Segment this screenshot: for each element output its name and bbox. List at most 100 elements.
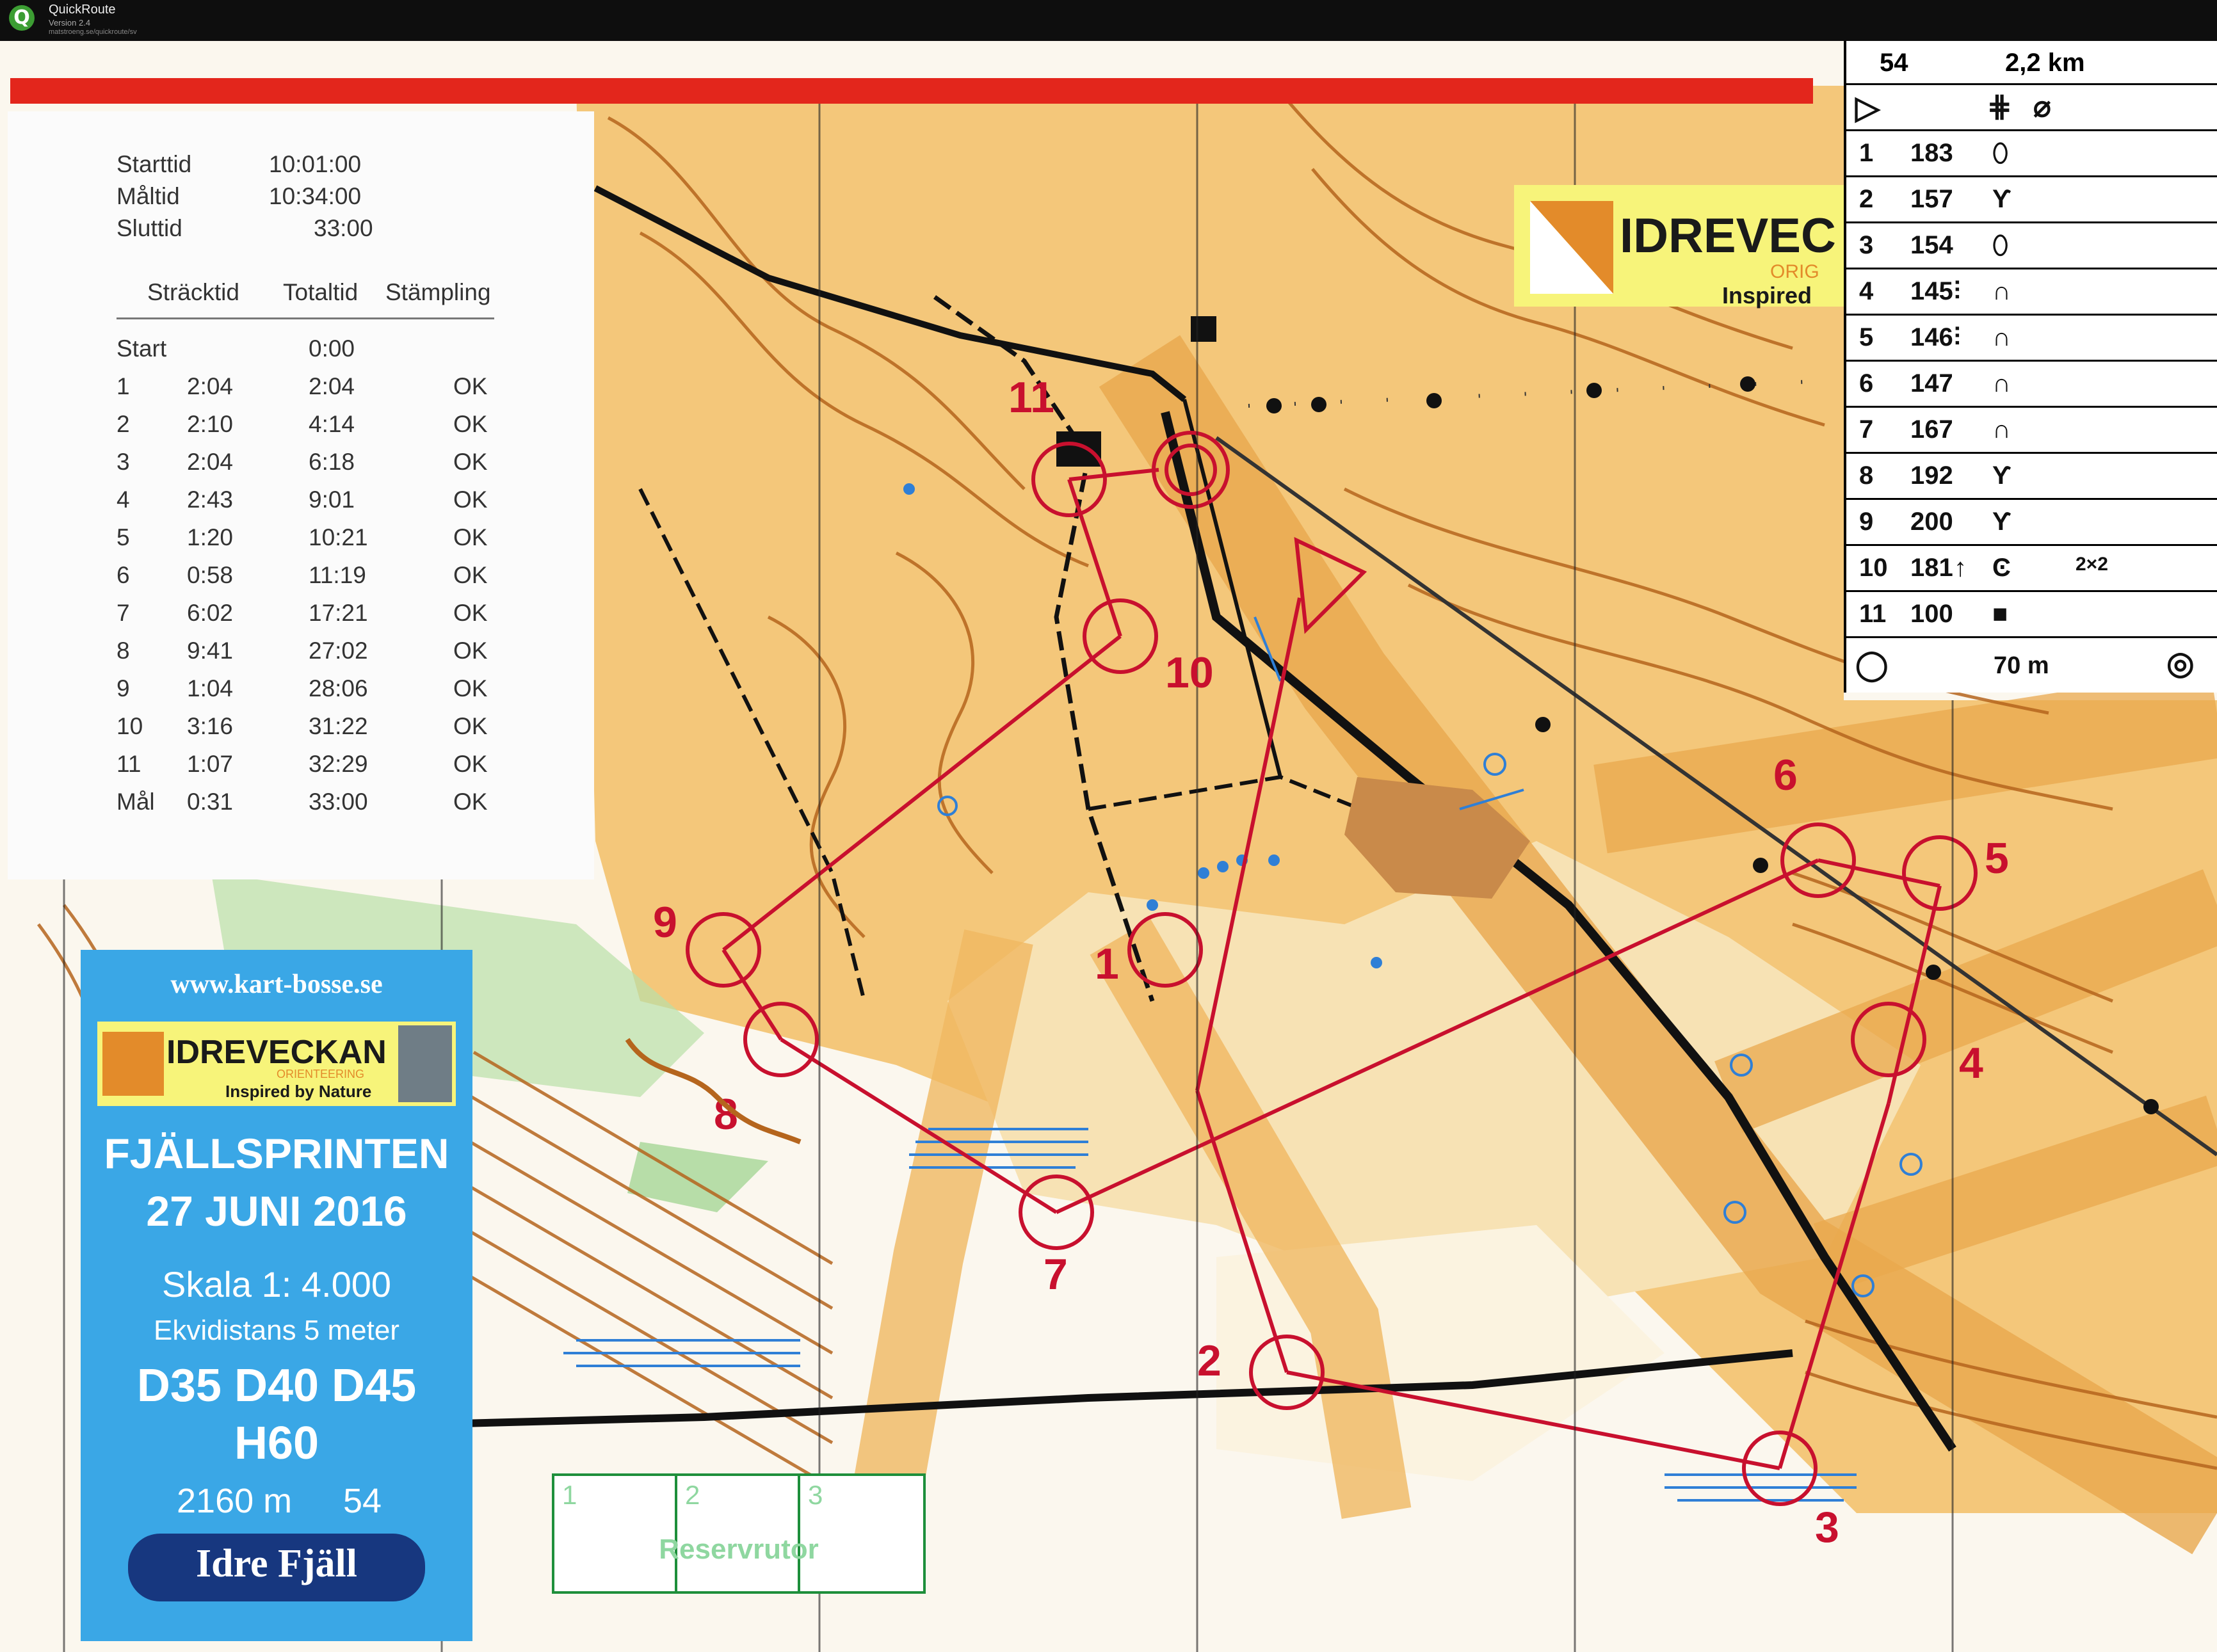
- split-total-time: 2:04: [309, 373, 355, 399]
- clue-control-number: 10: [1859, 554, 1888, 582]
- clue-row: 10 181 ↑ Ͼ 2×2: [1846, 544, 2217, 592]
- crossing-icon: ⋕: [1987, 90, 2012, 123]
- split-status: OK: [453, 562, 488, 588]
- split-control: 9: [117, 675, 130, 702]
- course-label-2: 2: [1197, 1336, 1221, 1385]
- event-logo-flag-icon: [102, 1032, 164, 1096]
- event-logo-tagline: Inspired by Nature: [225, 1082, 372, 1101]
- split-row: 1 2:04 2:04 OK: [8, 373, 594, 410]
- compass-icon: ⌀: [2033, 90, 2051, 123]
- split-total-time: 0:00: [309, 335, 355, 362]
- split-control: Mål: [117, 789, 155, 815]
- reserve-punch-boxes: 1 2 3 Reservrutor: [552, 1473, 926, 1594]
- clue-feature-icon: ∩: [1992, 323, 2011, 351]
- split-total-time: 11:19: [309, 562, 366, 588]
- split-leg-time: 0:31: [187, 789, 234, 815]
- clue-feature-icon: ■: [1992, 600, 2008, 628]
- clue-control-number: 9: [1859, 508, 1874, 536]
- column-leg-time: Sträcktid: [147, 279, 239, 305]
- split-row: Mål 0:31 33:00 OK: [8, 789, 594, 826]
- column-total-time: Totaltid: [283, 279, 359, 305]
- finish-time-label: Måltid: [117, 183, 180, 209]
- split-row: 3 2:04 6:18 OK: [8, 449, 594, 486]
- split-control: Start: [117, 335, 167, 362]
- clue-control-number: 1: [1859, 139, 1874, 167]
- clue-finish-row: ◯ 70 m ◎: [1846, 636, 2217, 694]
- clue-control-number: 3: [1859, 231, 1874, 259]
- split-control: 11: [117, 751, 141, 777]
- clue-feature-icon: ∩: [1992, 415, 2011, 444]
- split-total-time: 9:01: [309, 486, 355, 513]
- event-scale: Skala 1: 4.000: [161, 1264, 392, 1304]
- split-status: OK: [453, 411, 488, 437]
- split-total-time: 10:21: [309, 524, 368, 550]
- clue-row: 7 167 ∩: [1846, 406, 2217, 454]
- split-total-time: 17:21: [309, 600, 368, 626]
- total-time-label: Sluttid: [117, 215, 182, 241]
- event-contour-interval: Ekvidistans 5 meter: [154, 1315, 399, 1346]
- course-label-10: 10: [1165, 648, 1214, 697]
- start-time-label: Starttid: [117, 151, 192, 177]
- receipt-divider: [117, 317, 494, 319]
- split-status: OK: [453, 486, 488, 513]
- split-leg-time: 6:02: [187, 600, 234, 626]
- clue-feature-icon: ∩: [1992, 369, 2011, 397]
- course-label-3: 3: [1815, 1503, 1839, 1552]
- event-course-number: 54: [343, 1482, 382, 1520]
- finish-double-circle-icon: ◎: [2166, 645, 2195, 681]
- clue-row: 4 145 ⫶ ∩: [1846, 268, 2217, 316]
- split-control: 10: [117, 713, 143, 739]
- split-total-time: 31:22: [309, 713, 368, 739]
- split-control: 7: [117, 600, 130, 626]
- event-info-card: www.kart-bosse.se IDREVECKAN ORIENTEERIN…: [81, 950, 472, 1641]
- clue-row: 8 192 Ƴ: [1846, 452, 2217, 500]
- split-control: 8: [117, 638, 130, 664]
- clue-control-code: 157: [1910, 185, 1953, 213]
- clue-control-number: 5: [1859, 323, 1874, 351]
- split-leg-time: 9:41: [187, 638, 234, 664]
- event-course-length: 2160 m: [177, 1482, 293, 1520]
- split-control: 1: [117, 373, 130, 399]
- split-total-time: 6:18: [309, 449, 355, 475]
- split-control: 3: [117, 449, 130, 475]
- split-control: 6: [117, 562, 130, 588]
- clue-start-row: ▷ ⋕ ⌀: [1846, 83, 2217, 131]
- clue-row: 11 100 ■: [1846, 590, 2217, 638]
- sponsor-logo: Idre Fjäll: [128, 1534, 425, 1601]
- split-total-time: 32:29: [309, 751, 368, 777]
- course-label-5: 5: [1985, 834, 2009, 883]
- split-total-time: 4:14: [309, 411, 355, 437]
- split-row: 10 3:16 31:22 OK: [8, 713, 594, 750]
- clue-finish-distance: 70 m: [1994, 652, 2049, 679]
- split-total-time: 27:02: [309, 638, 368, 664]
- clue-feature-icon: Ƴ: [1992, 508, 2012, 536]
- clue-dimension: 2×2: [2076, 554, 2108, 575]
- split-row: 7 6:02 17:21 OK: [8, 600, 594, 637]
- event-logo: IDREVECKAN ORIENTEERING Inspired by Natu…: [97, 1022, 456, 1106]
- split-status: OK: [453, 751, 488, 777]
- orienteering-map-canvas[interactable]: 1 2 3 4 5 6 7 8 9 10 11 IDREVEC ORIG Ins…: [0, 41, 2217, 1652]
- clue-control-code: 200: [1910, 508, 1953, 536]
- map-banner-logo: IDREVEC ORIG Inspired: [1514, 185, 1847, 309]
- clue-control-code: 154: [1910, 231, 1953, 259]
- clue-row: 6 147 ∩: [1846, 360, 2217, 408]
- clue-control-code: 181: [1910, 554, 1953, 582]
- split-row: 11 1:07 32:29 OK: [8, 751, 594, 788]
- clue-row: 5 146 ⫶ ∩: [1846, 314, 2217, 362]
- split-leg-time: 1:20: [187, 524, 234, 550]
- clue-row: 9 200 Ƴ: [1846, 498, 2217, 546]
- split-control: 2: [117, 411, 130, 437]
- clue-feature-icon: ⬯: [1992, 139, 2009, 167]
- clue-control-number: 6: [1859, 369, 1874, 397]
- split-leg-time: 2:10: [187, 411, 234, 437]
- course-label-7: 7: [1044, 1250, 1068, 1299]
- clue-row: 3 154 ⬯: [1846, 221, 2217, 269]
- split-total-time: 33:00: [309, 789, 368, 815]
- clue-feature-icon: Ƴ: [1992, 461, 2012, 490]
- split-control: 5: [117, 524, 130, 550]
- split-status: OK: [453, 638, 488, 664]
- split-times-receipt: Starttid 10:01:00 Måltid 10:34:00 Slutti…: [8, 111, 594, 879]
- sponsor-name: Idre Fjäll: [196, 1542, 357, 1585]
- clue-feature-icon: Ƴ: [1992, 185, 2012, 213]
- event-classes-1: D35 D40 D45: [136, 1360, 417, 1411]
